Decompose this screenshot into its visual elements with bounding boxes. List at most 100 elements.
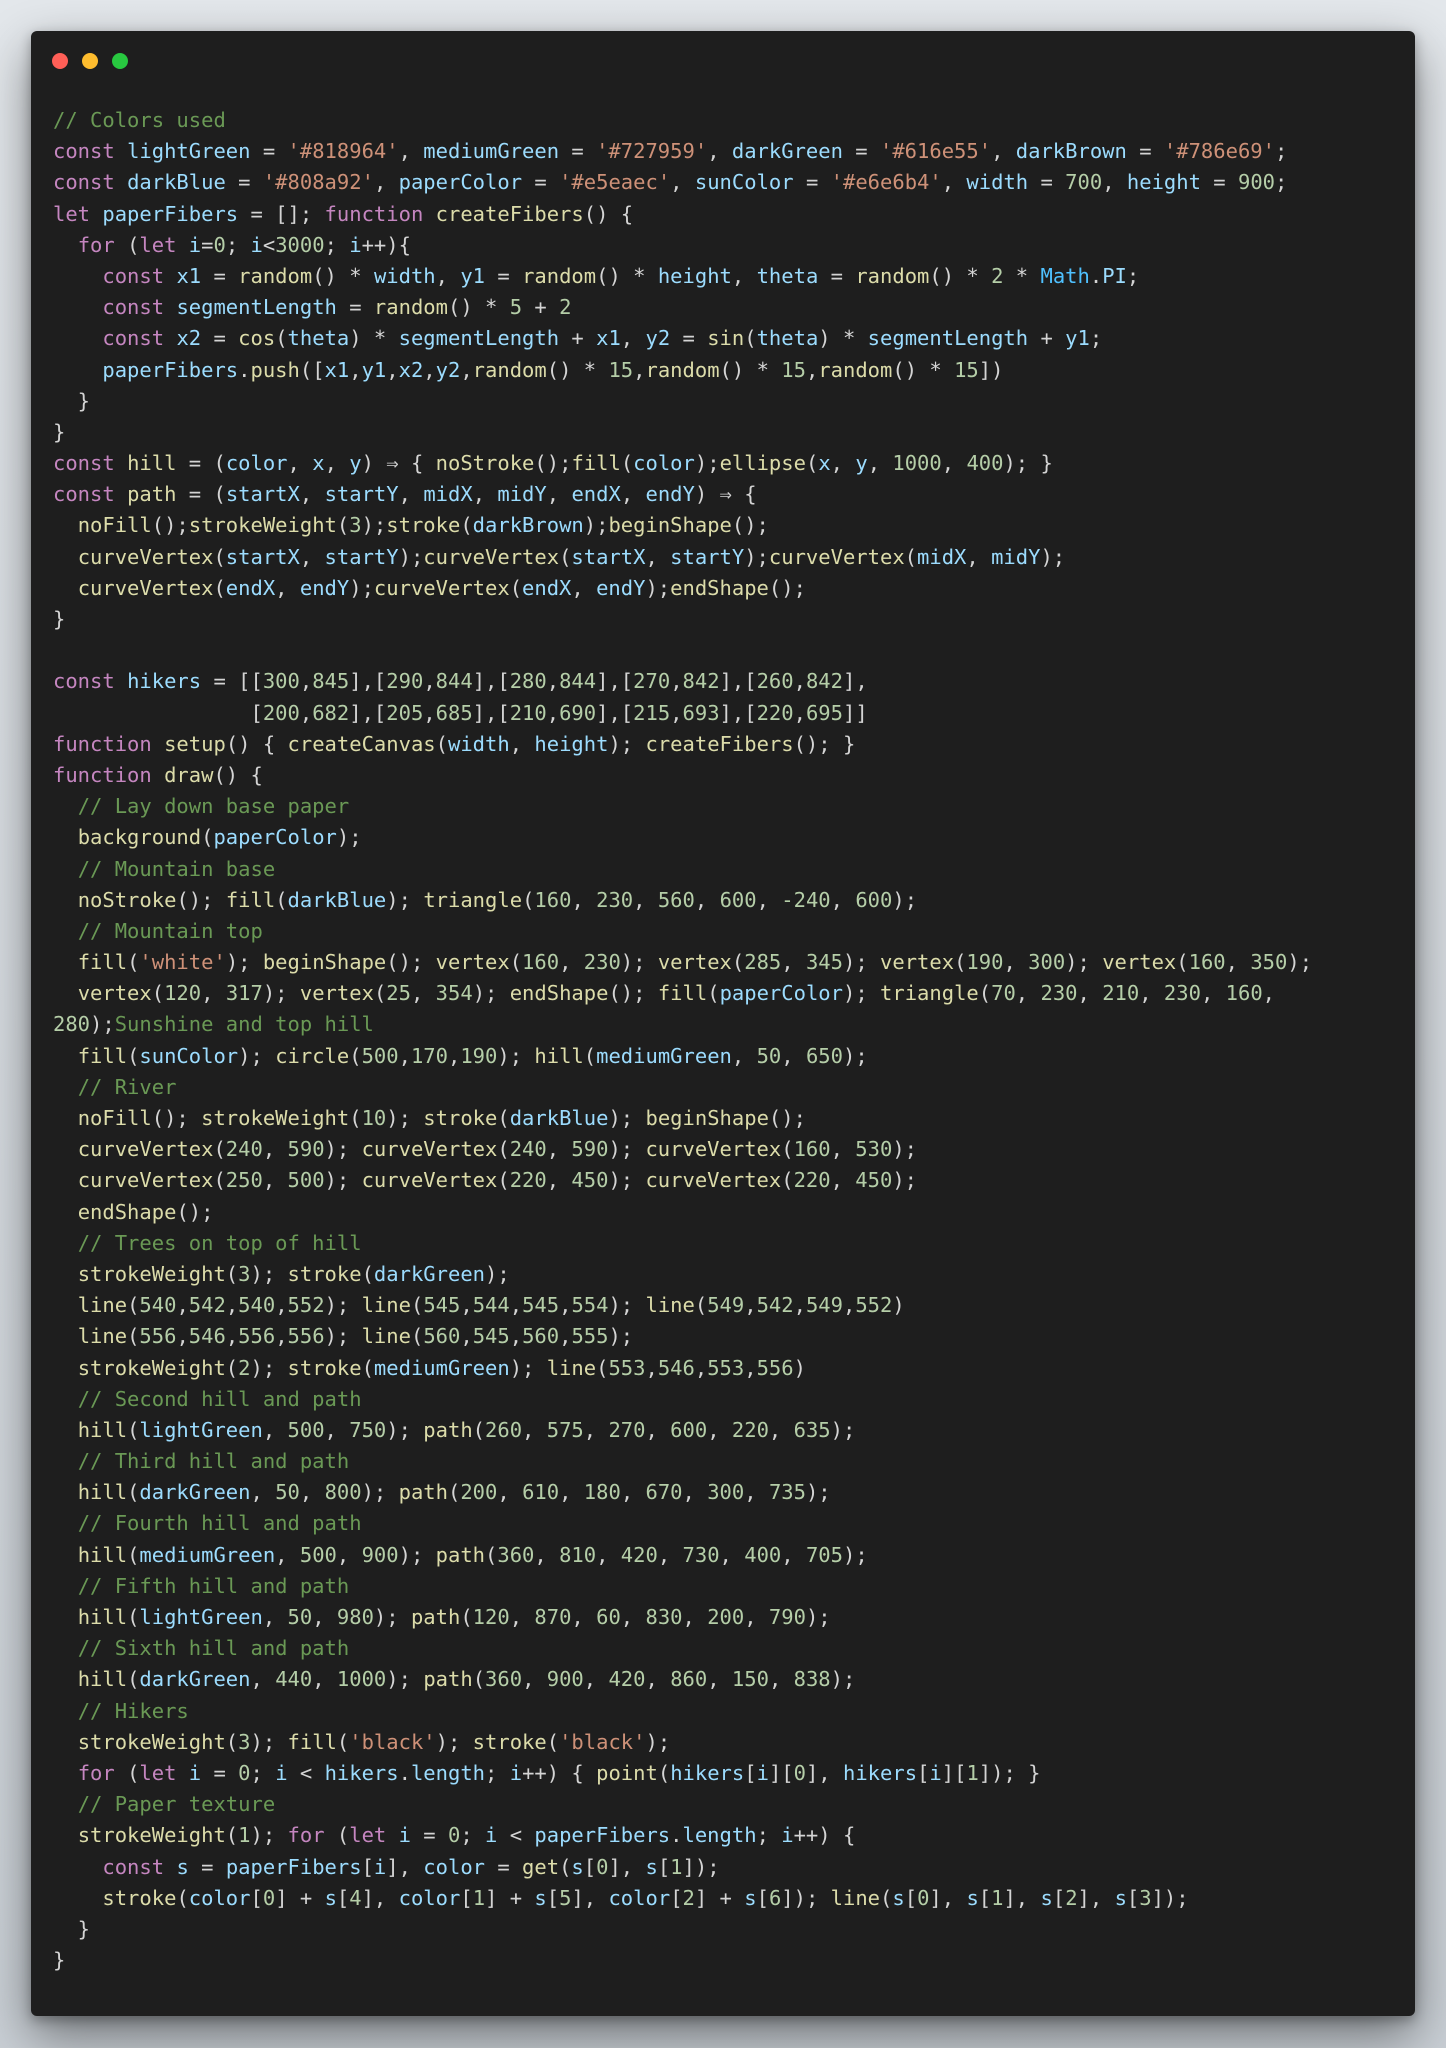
code-token: } (53, 1916, 91, 1941)
close-window-icon[interactable] (52, 53, 68, 69)
code-token: color (608, 1885, 671, 1910)
code-token: 160 (534, 887, 572, 912)
code-token: ); } (1003, 451, 1053, 476)
code-token: i (398, 1823, 411, 1848)
code-line: line(556,546,556,556); line(560,545,560,… (53, 1321, 1405, 1352)
code-token: cos (238, 326, 276, 351)
code-token: , (275, 1542, 300, 1567)
code-token: 542 (756, 1293, 794, 1318)
code-token: ( (127, 1293, 140, 1318)
code-token: 635 (793, 1417, 831, 1442)
code-token: width (373, 263, 436, 288)
code-token: 900 (1237, 170, 1276, 195)
code-token: ( (336, 1823, 350, 1848)
code-token: 900 (361, 1542, 399, 1567)
code-line: curveVertex(240, 590); curveVertex(240, … (53, 1134, 1405, 1165)
code-token: 1000 (336, 1667, 387, 1692)
code-token: ], (608, 1854, 646, 1879)
code-token: [ (917, 1760, 930, 1785)
code-token: let (349, 1823, 399, 1848)
code-token: 5 (509, 295, 523, 320)
code-token: ); (386, 1106, 424, 1130)
code-token: (); (386, 950, 436, 975)
code-token: , (793, 700, 806, 725)
code-token: , (830, 887, 856, 912)
minimize-window-icon[interactable] (82, 53, 98, 69)
code-token: ( (127, 1760, 140, 1785)
code-token: curveVertex (423, 544, 560, 569)
code-token: lightGreen (139, 1417, 263, 1442)
code-token: 4 (349, 1885, 362, 1910)
code-token: , (1015, 981, 1041, 1006)
code-token: function (324, 201, 436, 226)
code-token: ) ⇒ { (361, 451, 436, 476)
code-line: noStroke(); fill(darkBlue); triangle(160… (53, 885, 1405, 916)
code-line: } (53, 417, 1405, 448)
code-token: } (53, 607, 66, 631)
code-token: 160 (1188, 950, 1226, 975)
code-token: 15 (781, 357, 806, 382)
code-token: color (188, 1885, 251, 1910)
code-token: 300 (707, 1480, 745, 1505)
code-token: ); (485, 1261, 510, 1286)
code-line: } (53, 386, 1405, 417)
code-token: . (1089, 263, 1103, 288)
code-token: 210 (1102, 981, 1140, 1006)
code-token: 215 (633, 700, 671, 725)
code-token: , (423, 357, 436, 382)
code-line: hill(darkGreen, 440, 1000); path(360, 90… (53, 1664, 1405, 1695)
code-token: ; (250, 1760, 276, 1785)
code-token: x2 (176, 326, 202, 351)
code-token: const (102, 263, 177, 288)
code-token: , (546, 1168, 572, 1193)
code-token: ); (645, 1729, 671, 1754)
code-token: color (398, 1885, 461, 1910)
code-token: setup (164, 731, 226, 756)
code-token: stroke (472, 1729, 547, 1754)
code-token: , (1139, 981, 1164, 1006)
code-token: 160 (522, 950, 560, 975)
code-token: 0 (213, 232, 226, 257)
code-token: 693 (682, 700, 720, 725)
code-token: < (287, 1760, 325, 1785)
code-token: 590 (571, 1137, 609, 1162)
code-token: , (768, 1417, 794, 1442)
code-token: , (793, 1293, 806, 1318)
code-token: 838 (793, 1667, 831, 1692)
code-token: line (361, 1293, 411, 1318)
code-line: let paperFibers = []; function createFib… (53, 199, 1405, 230)
code-token: 870 (534, 1605, 572, 1629)
code-token: // Mountain base (77, 856, 276, 881)
code-token: i (188, 232, 202, 257)
code-token: , (275, 1324, 288, 1349)
code-token: ],[ (596, 669, 634, 694)
code-token: 500 (361, 1043, 399, 1068)
code-token: ); (842, 950, 881, 975)
code-token: 220 (756, 700, 794, 725)
code-token: function (53, 762, 165, 787)
code-token: ( (509, 950, 523, 975)
code-token: ], (361, 1885, 399, 1910)
code-token: ); (608, 1324, 634, 1349)
code-token: ( (904, 544, 918, 569)
code-token: . (398, 1760, 411, 1785)
code-token: ] + (275, 1885, 325, 1910)
code-token: '#808a92' (262, 170, 374, 195)
code-token: ]); } (978, 1760, 1041, 1785)
code-token: ( (373, 981, 387, 1006)
code-token: , (176, 1324, 189, 1349)
code-token: // Second hill and path (77, 1386, 362, 1411)
code-token: stroke (287, 1261, 362, 1286)
code-token: ); (336, 825, 362, 850)
code-token: [ (670, 1885, 683, 1910)
code-token: width (966, 170, 1029, 195)
code-line: vertex(120, 317); vertex(25, 354); endSh… (53, 978, 1405, 1009)
code-token: startY (324, 544, 399, 569)
maximize-window-icon[interactable] (112, 53, 128, 69)
code-token: mediumGreen (423, 139, 560, 164)
code-token: , (225, 1293, 239, 1318)
